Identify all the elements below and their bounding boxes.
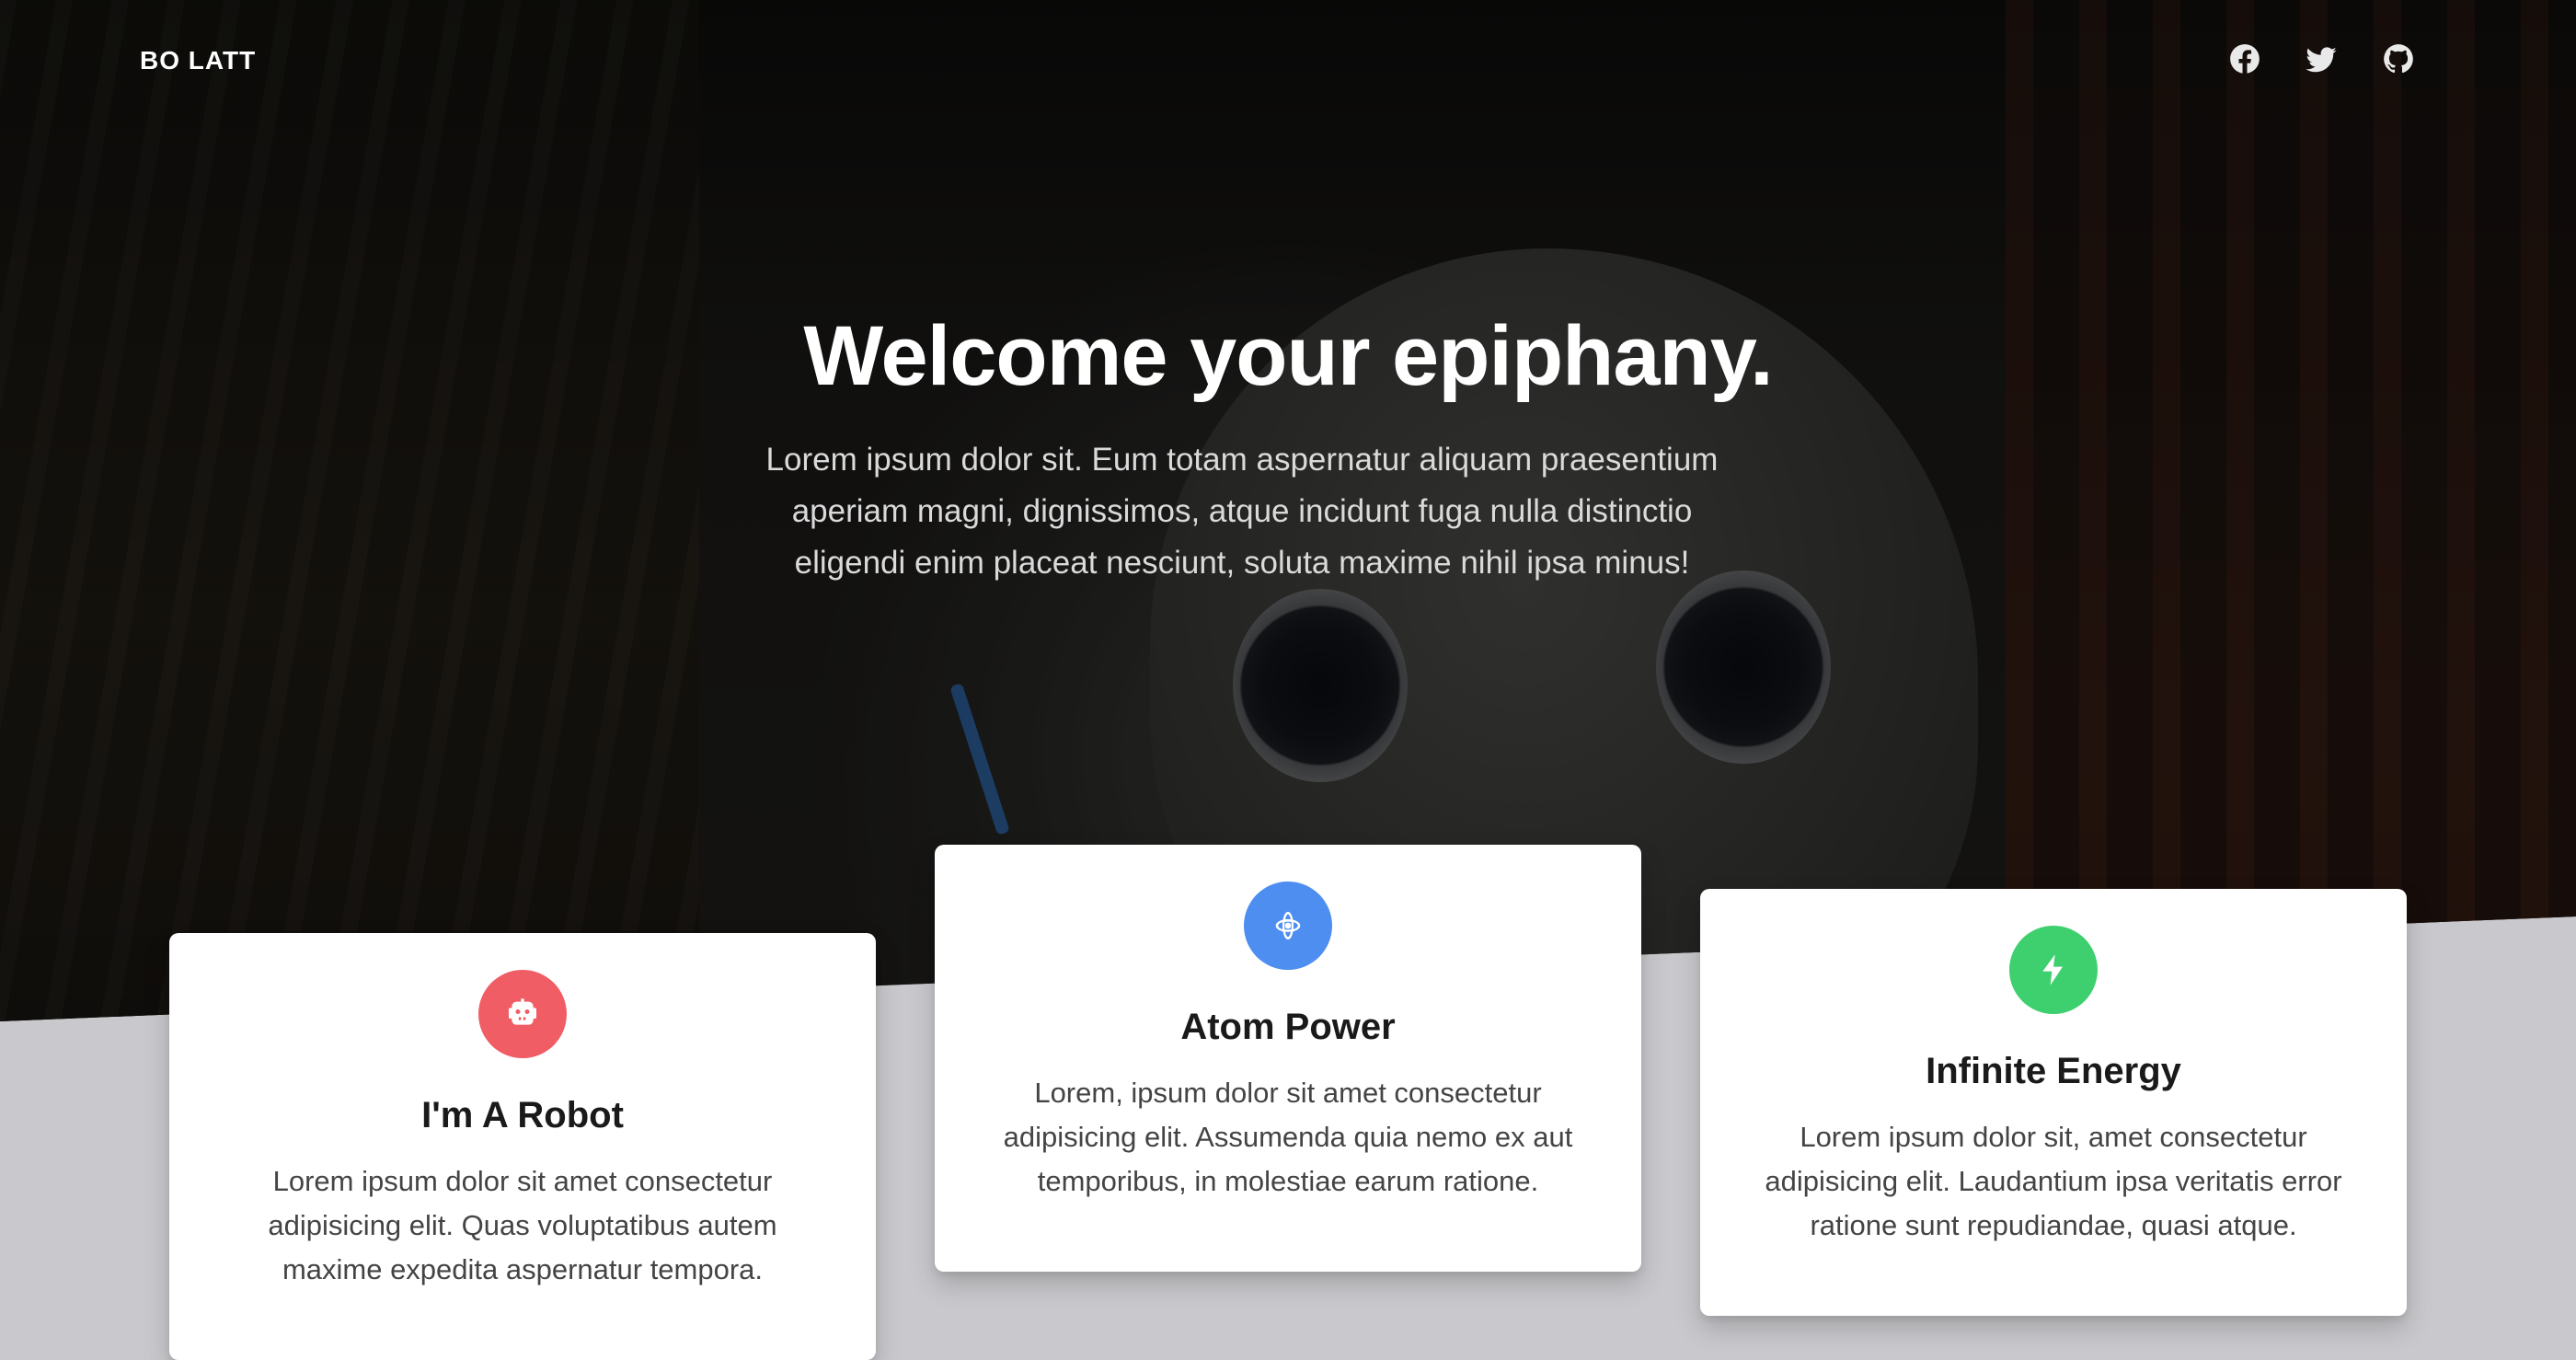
feature-text: Lorem ipsum dolor sit, amet consectetur … bbox=[1765, 1121, 2342, 1241]
bolt-icon bbox=[2042, 954, 2063, 985]
feature-card-atom: Atom Power Lorem, ipsum dolor sit amet c… bbox=[935, 845, 1641, 1272]
feature-text: Lorem ipsum dolor sit amet consectetur a… bbox=[268, 1165, 777, 1285]
brand-logo-link[interactable]: BO LATT bbox=[140, 46, 256, 75]
feature-title: Atom Power bbox=[1180, 1007, 1396, 1047]
feature-card-robot: I'm A Robot Lorem ipsum dolor sit amet c… bbox=[169, 933, 876, 1360]
robot-icon bbox=[509, 998, 536, 1025]
facebook-link[interactable] bbox=[2226, 42, 2263, 79]
facebook-icon bbox=[2227, 41, 2262, 81]
github-link[interactable] bbox=[2380, 42, 2417, 79]
feature-card-energy: Infinite Energy Lorem ipsum dolor sit, a… bbox=[1700, 889, 2407, 1316]
atom-icon-badge bbox=[1244, 882, 1332, 970]
feature-text: Lorem, ipsum dolor sit amet consectetur … bbox=[1003, 1077, 1573, 1197]
robot-icon-badge bbox=[478, 970, 567, 1058]
github-icon bbox=[2381, 41, 2416, 81]
twitter-link[interactable] bbox=[2303, 42, 2340, 79]
hero-subtitle: Lorem ipsum dolor sit. Eum totam asperna… bbox=[765, 442, 1719, 581]
landing-page: Welcome your epiphany. Lorem ipsum dolor… bbox=[0, 0, 2576, 1360]
feature-title: I'm A Robot bbox=[421, 1095, 624, 1135]
hero-title: Welcome your epiphany. bbox=[803, 309, 1773, 403]
twitter-icon bbox=[2304, 41, 2339, 81]
feature-title: Infinite Energy bbox=[1926, 1051, 2181, 1091]
bolt-icon-badge bbox=[2009, 926, 2098, 1014]
atom-icon bbox=[1275, 912, 1301, 939]
